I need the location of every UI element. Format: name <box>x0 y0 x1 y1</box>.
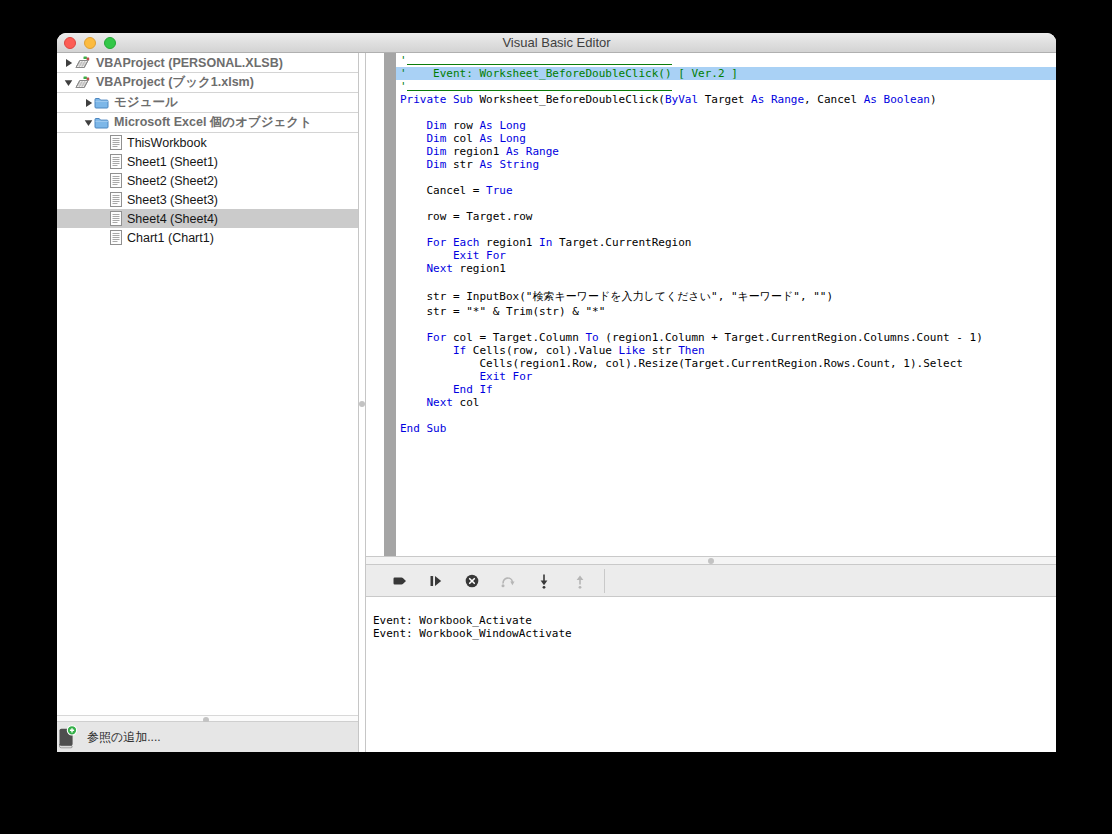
add-reference-icon <box>58 725 78 749</box>
step-next-icon[interactable] <box>428 573 444 589</box>
immediate-window[interactable]: Event: Workbook_Activate Event: Workbook… <box>366 597 1056 752</box>
step-into-icon[interactable] <box>536 573 552 589</box>
disclosure-expanded-icon[interactable] <box>64 78 73 88</box>
document-icon <box>110 173 122 188</box>
tree-item[interactable]: Sheet1 (Sheet1) <box>57 152 358 171</box>
vertical-splitter[interactable] <box>358 53 366 752</box>
tree-item[interactable]: VBAProject (ブック1.xlsm) <box>57 73 358 93</box>
tree-item[interactable]: Sheet3 (Sheet3) <box>57 190 358 209</box>
tree-item[interactable]: VBAProject (PERSONAL.XLSB) <box>57 53 358 73</box>
splitter-handle-icon[interactable] <box>359 401 365 407</box>
disclosure-collapsed-icon[interactable] <box>84 98 93 108</box>
document-icon <box>110 192 122 207</box>
tree-item-label: Sheet3 (Sheet3) <box>127 193 218 207</box>
disclosure-expanded-icon[interactable] <box>84 118 93 128</box>
document-icon <box>110 135 122 150</box>
project-tree: VBAProject (PERSONAL.XLSB) VBAProject (ブッ… <box>57 53 358 715</box>
minimize-button[interactable] <box>84 37 96 49</box>
window-title: Visual Basic Editor <box>57 33 1056 52</box>
folder-icon <box>94 117 109 129</box>
tree-item-label: Sheet4 (Sheet4) <box>127 212 218 226</box>
tree-item-label: モジュール <box>114 94 178 111</box>
add-reference-bar[interactable]: 参照の追加.... <box>57 722 358 752</box>
tree-item-label: VBAProject (PERSONAL.XLSB) <box>96 56 283 70</box>
tree-item[interactable]: Chart1 (Chart1) <box>57 228 358 247</box>
document-icon <box>110 211 122 226</box>
zoom-button[interactable] <box>104 37 116 49</box>
add-reference-label: 参照の追加.... <box>87 729 161 746</box>
close-button[interactable] <box>64 37 76 49</box>
disclosure-collapsed-icon[interactable] <box>64 58 73 68</box>
vba-project-icon <box>74 75 91 91</box>
debug-toolbar <box>366 565 1056 597</box>
document-icon <box>110 230 122 245</box>
tree-item[interactable]: Sheet2 (Sheet2) <box>57 171 358 190</box>
sidebar-splitter[interactable] <box>57 715 358 722</box>
tree-item-label: Microsoft Excel 個のオブジェクト <box>114 114 312 131</box>
tree-item-label: Sheet1 (Sheet1) <box>127 155 218 169</box>
tree-item[interactable]: Sheet4 (Sheet4) <box>57 209 358 228</box>
document-icon <box>110 154 122 169</box>
stop-icon[interactable] <box>464 573 480 589</box>
continue-icon[interactable] <box>392 573 408 589</box>
window-titlebar[interactable]: Visual Basic Editor <box>57 33 1056 53</box>
tree-item-label: VBAProject (ブック1.xlsm) <box>96 74 254 91</box>
code-margin-bar <box>384 53 396 556</box>
tree-item[interactable]: ThisWorkbook <box>57 133 358 152</box>
folder-icon <box>94 97 109 109</box>
tree-item-label: Chart1 (Chart1) <box>127 231 214 245</box>
vbe-window: Visual Basic Editor VBAProject (PERSONAL… <box>57 33 1056 752</box>
toolbar-separator <box>604 569 605 593</box>
tree-item[interactable]: Microsoft Excel 個のオブジェクト <box>57 113 358 133</box>
horizontal-splitter[interactable] <box>366 556 1056 565</box>
tree-item[interactable]: モジュール <box>57 93 358 113</box>
tree-item-label: ThisWorkbook <box>127 136 207 150</box>
splitter-handle-icon[interactable] <box>708 558 714 564</box>
step-out-icon[interactable] <box>572 573 588 589</box>
vba-project-icon <box>74 55 91 71</box>
step-over-icon[interactable] <box>500 573 516 589</box>
tree-item-label: Sheet2 (Sheet2) <box>127 174 218 188</box>
immediate-line: Event: Workbook_Activate <box>373 614 1056 627</box>
project-explorer: VBAProject (PERSONAL.XLSB) VBAProject (ブッ… <box>57 53 358 752</box>
code-editor[interactable]: '' Event: Worksheet_BeforeDoubleClick() … <box>366 53 1056 556</box>
immediate-line: Event: Workbook_WindowActivate <box>373 627 1056 640</box>
